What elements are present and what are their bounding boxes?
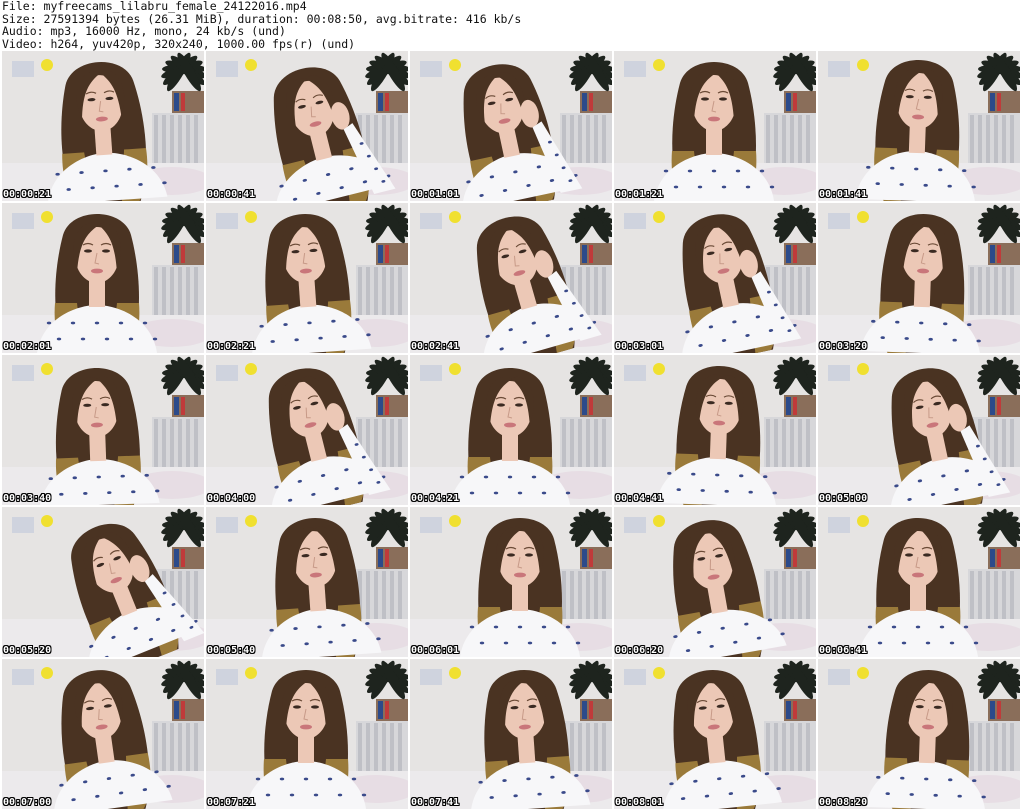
thumbnail-frame-image xyxy=(206,203,408,353)
video-thumbnail: 00:04:41 xyxy=(614,355,816,505)
thumbnail-frame-image xyxy=(2,51,204,201)
thumbnail-frame-image xyxy=(614,355,816,505)
thumbnail-timestamp: 00:07:21 xyxy=(207,797,256,808)
video-thumbnail: 00:07:41 xyxy=(410,659,612,809)
thumbnail-frame-image xyxy=(410,659,612,809)
thumbnail-timestamp: 00:05:20 xyxy=(3,645,52,656)
video-thumbnail: 00:06:41 xyxy=(818,507,1020,657)
thumbnail-timestamp: 00:08:20 xyxy=(819,797,868,808)
thumbnail-frame-image xyxy=(410,203,612,353)
thumbnail-frame-image xyxy=(2,507,204,657)
thumbnail-frame-image xyxy=(614,203,816,353)
file-name-line: File: myfreecams_lilabru_female_24122016… xyxy=(2,0,307,13)
thumbnail-frame-image xyxy=(410,355,612,505)
thumbnail-timestamp: 00:00:21 xyxy=(3,189,52,200)
thumbnail-timestamp: 00:05:00 xyxy=(819,493,868,504)
thumbnail-timestamp: 00:06:01 xyxy=(411,645,460,656)
thumbnail-frame-image xyxy=(614,51,816,201)
thumbnail-timestamp: 00:06:20 xyxy=(615,645,664,656)
thumbnail-timestamp: 00:07:41 xyxy=(411,797,460,808)
thumbnail-frame-image xyxy=(614,507,816,657)
video-thumbnail: 00:03:40 xyxy=(2,355,204,505)
video-info-line: Video: h264, yuv420p, 320x240, 1000.00 f… xyxy=(2,36,356,51)
thumbnail-timestamp: 00:00:41 xyxy=(207,189,256,200)
video-thumbnail: 00:02:21 xyxy=(206,203,408,353)
thumbnail-timestamp: 00:04:00 xyxy=(207,493,256,504)
video-thumbnail: 00:02:41 xyxy=(410,203,612,353)
thumbnail-frame-image xyxy=(2,659,204,809)
thumbnail-frame-image xyxy=(2,203,204,353)
thumbnail-frame-image xyxy=(410,507,612,657)
thumbnail-frame-image xyxy=(2,355,204,505)
video-thumbnail: 00:04:00 xyxy=(206,355,408,505)
thumbnail-timestamp: 00:02:01 xyxy=(3,341,52,352)
video-thumbnail: 00:07:21 xyxy=(206,659,408,809)
thumbnail-frame-image xyxy=(206,507,408,657)
video-thumbnail: 00:06:01 xyxy=(410,507,612,657)
thumbnail-timestamp: 00:06:41 xyxy=(819,645,868,656)
video-thumbnail: 00:05:00 xyxy=(818,355,1020,505)
thumbnail-frame-image xyxy=(410,51,612,201)
thumbnail-timestamp: 00:02:21 xyxy=(207,341,256,352)
video-thumbnail: 00:03:01 xyxy=(614,203,816,353)
thumbnail-timestamp: 00:01:01 xyxy=(411,189,460,200)
video-thumbnail: 00:05:40 xyxy=(206,507,408,657)
thumbnail-frame-image xyxy=(206,51,408,201)
file-info-header: File: myfreecams_lilabru_female_24122016… xyxy=(2,0,1022,50)
video-thumbnail: 00:07:00 xyxy=(2,659,204,809)
thumbnail-grid: 00:00:21 00:00:41 00:01:01 00:01:21 00:01:41… xyxy=(2,51,1024,811)
thumbnail-timestamp: 00:03:01 xyxy=(615,341,664,352)
video-thumbnail: 00:04:21 xyxy=(410,355,612,505)
thumbnail-timestamp: 00:03:40 xyxy=(3,493,52,504)
thumbnail-frame-image xyxy=(818,203,1020,353)
audio-info-line: Audio: mp3, 16000 Hz, mono, 24 kb/s (und… xyxy=(2,24,286,38)
thumbnail-timestamp: 00:07:00 xyxy=(3,797,52,808)
video-thumbnail: 00:00:41 xyxy=(206,51,408,201)
video-thumbnail: 00:08:01 xyxy=(614,659,816,809)
thumbnail-frame-image xyxy=(614,659,816,809)
video-thumbnail: 00:08:20 xyxy=(818,659,1020,809)
thumbnail-timestamp: 00:01:21 xyxy=(615,189,664,200)
video-thumbnail: 00:05:20 xyxy=(2,507,204,657)
video-thumbnail: 00:01:01 xyxy=(410,51,612,201)
thumbnail-frame-image xyxy=(206,355,408,505)
video-thumbnail: 00:02:01 xyxy=(2,203,204,353)
thumbnail-timestamp: 00:04:41 xyxy=(615,493,664,504)
thumbnail-frame-image xyxy=(818,659,1020,809)
thumbnail-frame-image xyxy=(818,355,1020,505)
thumbnail-timestamp: 00:01:41 xyxy=(819,189,868,200)
video-thumbnail: 00:03:20 xyxy=(818,203,1020,353)
thumbnail-frame-image xyxy=(818,507,1020,657)
video-thumbnail: 00:01:21 xyxy=(614,51,816,201)
thumbnail-timestamp: 00:04:21 xyxy=(411,493,460,504)
thumbnail-timestamp: 00:05:40 xyxy=(207,645,256,656)
video-thumbnail: 00:06:20 xyxy=(614,507,816,657)
thumbnail-frame-image xyxy=(206,659,408,809)
video-thumbnail: 00:01:41 xyxy=(818,51,1020,201)
thumbnail-timestamp: 00:03:20 xyxy=(819,341,868,352)
video-thumbnail: 00:00:21 xyxy=(2,51,204,201)
thumbnail-frame-image xyxy=(818,51,1020,201)
thumbnail-timestamp: 00:02:41 xyxy=(411,341,460,352)
thumbnail-timestamp: 00:08:01 xyxy=(615,797,664,808)
